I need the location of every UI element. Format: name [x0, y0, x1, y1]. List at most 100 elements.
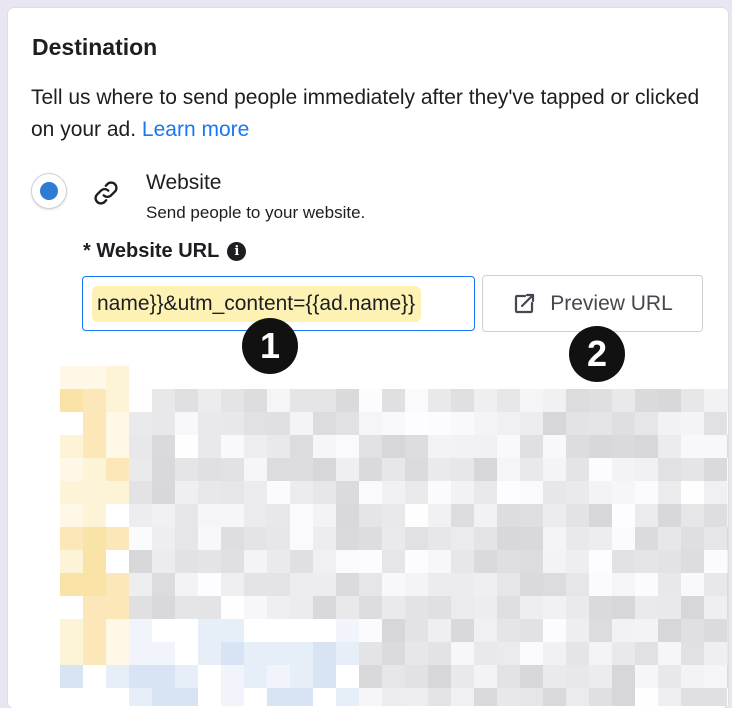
mosaic-cell	[244, 596, 267, 619]
mosaic-cell	[681, 619, 704, 642]
mosaic-cell	[520, 665, 543, 688]
mosaic-cell	[198, 527, 221, 550]
mosaic-cell	[129, 688, 152, 706]
mosaic-cell	[497, 412, 520, 435]
mosaic-cell	[83, 573, 106, 596]
mosaic-cell	[382, 573, 405, 596]
mosaic-cell	[152, 688, 175, 706]
mosaic-cell	[658, 688, 681, 706]
mosaic-cell	[727, 458, 728, 481]
mosaic-cell	[313, 665, 336, 688]
mosaic-cell	[566, 573, 589, 596]
mosaic-cell	[221, 619, 244, 642]
mosaic-cell	[382, 665, 405, 688]
mosaic-cell	[175, 504, 198, 527]
mosaic-cell	[106, 619, 129, 642]
mosaic-cell	[106, 504, 129, 527]
mosaic-cell	[313, 412, 336, 435]
mosaic-cell	[382, 435, 405, 458]
mosaic-cell	[635, 550, 658, 573]
mosaic-cell	[106, 550, 129, 573]
mosaic-cell	[336, 573, 359, 596]
mosaic-cell	[267, 527, 290, 550]
website-url-label: * Website URL i	[83, 240, 247, 263]
mosaic-cell	[60, 458, 83, 481]
mosaic-cell	[681, 504, 704, 527]
mosaic-cell	[704, 688, 727, 706]
mosaic-cell	[382, 642, 405, 665]
mosaic-cell	[727, 550, 728, 573]
mosaic-cell	[405, 550, 428, 573]
mosaic-cell	[60, 481, 83, 504]
mosaic-cell	[497, 550, 520, 573]
mosaic-cell	[566, 412, 589, 435]
mosaic-cell	[497, 366, 520, 389]
mosaic-cell	[612, 573, 635, 596]
mosaic-cell	[359, 619, 382, 642]
mosaic-cell	[428, 688, 451, 706]
mosaic-cell	[566, 389, 589, 412]
mosaic-cell	[497, 527, 520, 550]
mosaic-cell	[727, 665, 728, 688]
mosaic-cell	[704, 619, 727, 642]
mosaic-cell	[290, 619, 313, 642]
mosaic-cell	[152, 458, 175, 481]
mosaic-cell	[198, 665, 221, 688]
mosaic-cell	[129, 550, 152, 573]
mosaic-cell	[106, 573, 129, 596]
mosaic-cell	[313, 550, 336, 573]
mosaic-cell	[267, 504, 290, 527]
mosaic-cell	[543, 596, 566, 619]
mosaic-cell	[382, 389, 405, 412]
mosaic-cell	[313, 642, 336, 665]
mosaic-cell	[727, 573, 728, 596]
mosaic-cell	[244, 642, 267, 665]
mosaic-cell	[612, 642, 635, 665]
mosaic-cell	[658, 573, 681, 596]
mosaic-cell	[221, 596, 244, 619]
mosaic-cell	[520, 435, 543, 458]
website-url-label-text: * Website URL	[83, 240, 220, 262]
mosaic-cell	[290, 366, 313, 389]
mosaic-cell	[382, 550, 405, 573]
mosaic-cell	[589, 550, 612, 573]
mosaic-cell	[635, 619, 658, 642]
mosaic-cell	[451, 665, 474, 688]
mosaic-cell	[382, 527, 405, 550]
mosaic-cell	[290, 435, 313, 458]
mosaic-cell	[589, 458, 612, 481]
website-url-value[interactable]: name}}&utm_content={{ad.name}}	[92, 286, 422, 322]
mosaic-cell	[428, 366, 451, 389]
mosaic-cell	[267, 642, 290, 665]
mosaic-cell	[520, 642, 543, 665]
mosaic-cell	[290, 481, 313, 504]
mosaic-cell	[428, 458, 451, 481]
mosaic-cell	[497, 619, 520, 642]
mosaic-cell	[474, 481, 497, 504]
mosaic-cell	[152, 481, 175, 504]
mosaic-cell	[405, 527, 428, 550]
mosaic-cell	[612, 435, 635, 458]
mosaic-cell	[198, 412, 221, 435]
mosaic-cell	[313, 619, 336, 642]
mosaic-cell	[336, 458, 359, 481]
info-icon[interactable]: i	[227, 242, 247, 261]
mosaic-cell	[83, 688, 106, 706]
mosaic-cell	[290, 527, 313, 550]
mosaic-cell	[60, 642, 83, 665]
mosaic-cell	[428, 573, 451, 596]
mosaic-cell	[451, 366, 474, 389]
mosaic-cell	[474, 504, 497, 527]
mosaic-cell	[198, 550, 221, 573]
mosaic-cell	[405, 642, 428, 665]
mosaic-cell	[658, 665, 681, 688]
website-radio[interactable]	[31, 173, 67, 209]
preview-url-button[interactable]: Preview URL	[482, 275, 703, 332]
learn-more-link[interactable]: Learn more	[142, 118, 249, 141]
mosaic-cell	[474, 550, 497, 573]
mosaic-cell	[727, 596, 728, 619]
mosaic-cell	[612, 527, 635, 550]
mosaic-cell	[589, 688, 612, 706]
mosaic-cell	[290, 550, 313, 573]
mosaic-cell	[336, 688, 359, 706]
